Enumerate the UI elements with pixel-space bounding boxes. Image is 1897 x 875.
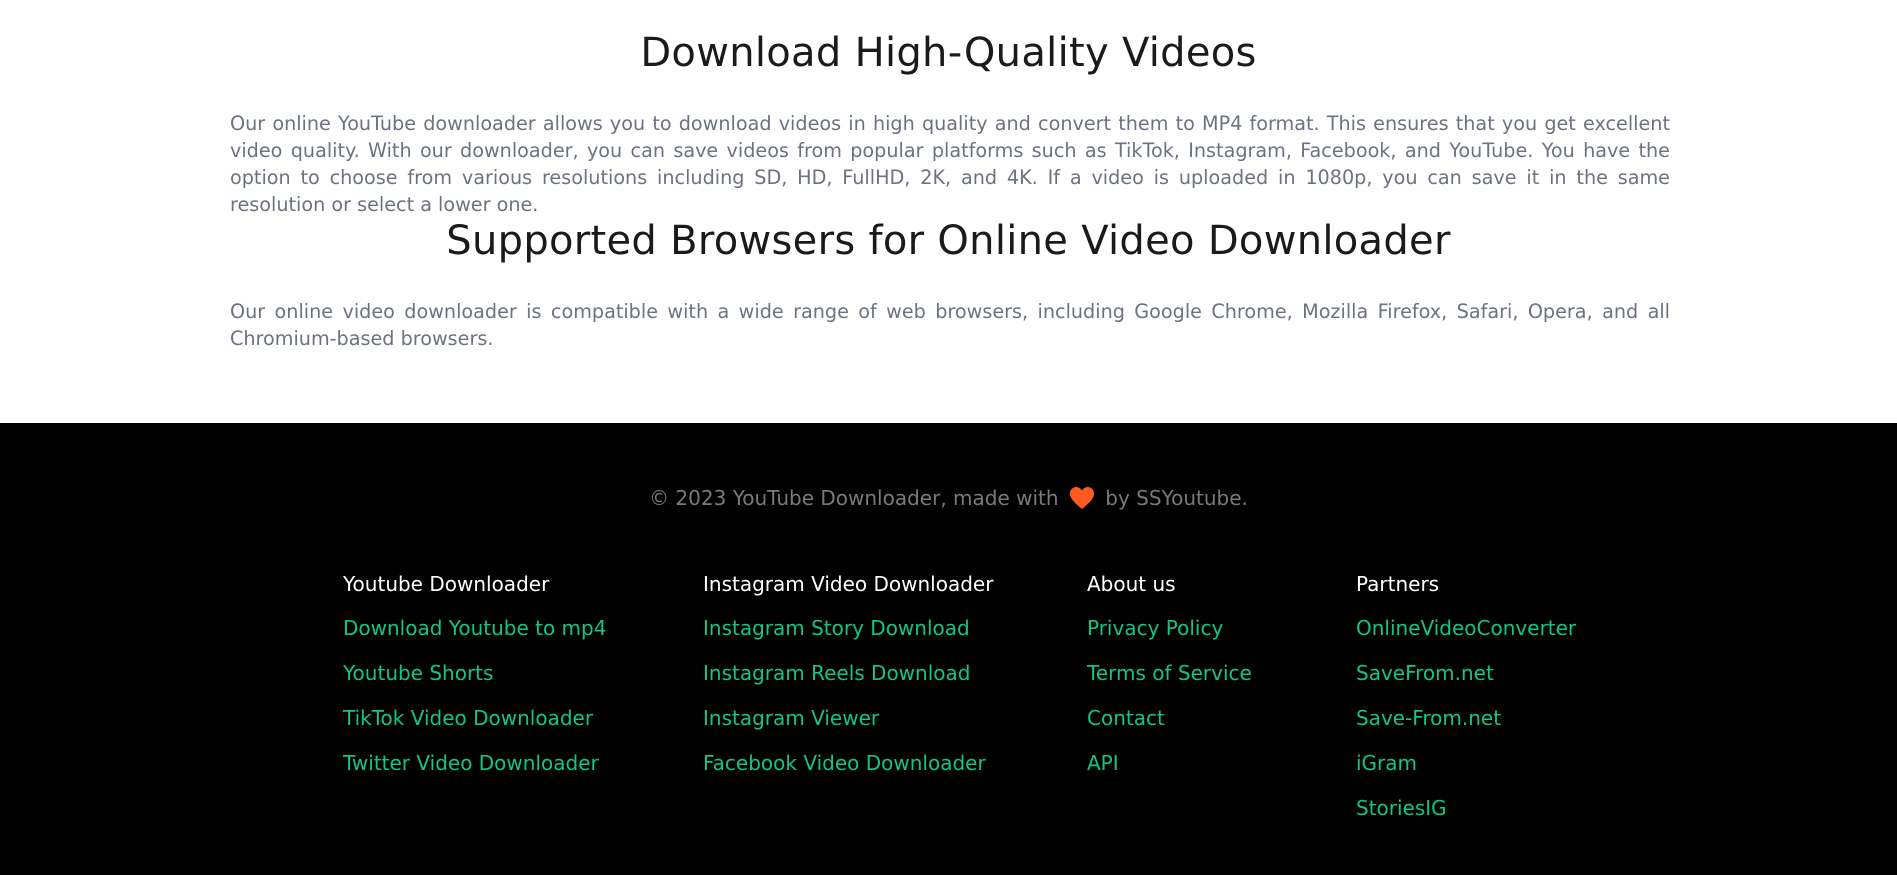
link-facebook-downloader[interactable]: Facebook Video Downloader bbox=[703, 750, 986, 776]
list-item: Twitter Video Downloader bbox=[343, 750, 606, 795]
link-api[interactable]: API bbox=[1087, 750, 1119, 776]
list-item: StoriesIG bbox=[1356, 795, 1576, 840]
footer-column-partners: Partners OnlineVideoConverter SaveFrom.n… bbox=[1356, 571, 1576, 840]
footer-link-list: Privacy Policy Terms of Service Contact … bbox=[1087, 615, 1252, 795]
footer-heading-partners: Partners bbox=[1356, 572, 1440, 596]
section-title-high-quality: Download High-Quality Videos bbox=[640, 30, 1257, 76]
link-instagram-reels[interactable]: Instagram Reels Download bbox=[703, 660, 970, 686]
footer-heading-instagram-downloader: Instagram Video Downloader bbox=[703, 572, 994, 596]
copyright-line: © 2023 YouTube Downloader, made with by … bbox=[0, 484, 1897, 512]
section-text-high-quality: Our online YouTube downloader allows you… bbox=[230, 112, 1670, 216]
list-item: API bbox=[1087, 750, 1252, 795]
footer-column-instagram: Instagram Video Downloader Instagram Sto… bbox=[703, 571, 993, 795]
link-privacy-policy[interactable]: Privacy Policy bbox=[1087, 615, 1223, 641]
footer-heading-about-us: About us bbox=[1087, 572, 1176, 596]
link-onlinevideoconverter[interactable]: OnlineVideoConverter bbox=[1356, 615, 1576, 641]
main-content: Download High-Quality Videos Our online … bbox=[0, 0, 1897, 423]
list-item: TikTok Video Downloader bbox=[343, 705, 606, 750]
list-item: Privacy Policy bbox=[1087, 615, 1252, 660]
list-item: SaveFrom.net bbox=[1356, 660, 1576, 705]
link-contact[interactable]: Contact bbox=[1087, 705, 1165, 731]
copyright-suffix: by SSYoutube. bbox=[1105, 486, 1248, 510]
link-save-from[interactable]: Save-From.net bbox=[1356, 705, 1501, 731]
list-item: Terms of Service bbox=[1087, 660, 1252, 705]
link-savefrom[interactable]: SaveFrom.net bbox=[1356, 660, 1494, 686]
site-footer: © 2023 YouTube Downloader, made with by … bbox=[0, 423, 1897, 875]
copyright-prefix: © 2023 YouTube Downloader, made with bbox=[649, 486, 1059, 510]
list-item: Instagram Viewer bbox=[703, 705, 993, 750]
footer-link-list: Download Youtube to mp4 Youtube Shorts T… bbox=[343, 615, 606, 795]
list-item: Youtube Shorts bbox=[343, 660, 606, 705]
list-item: Facebook Video Downloader bbox=[703, 750, 993, 795]
footer-column-youtube: Youtube Downloader Download Youtube to m… bbox=[343, 571, 606, 795]
heart-icon bbox=[1069, 486, 1095, 510]
list-item: Instagram Reels Download bbox=[703, 660, 993, 705]
footer-column-about: About us Privacy Policy Terms of Service… bbox=[1087, 571, 1252, 795]
list-item: Instagram Story Download bbox=[703, 615, 993, 660]
list-item: Download Youtube to mp4 bbox=[343, 615, 606, 660]
section-title-supported-browsers: Supported Browsers for Online Video Down… bbox=[446, 218, 1451, 264]
link-terms-of-service[interactable]: Terms of Service bbox=[1087, 660, 1252, 686]
link-instagram-viewer[interactable]: Instagram Viewer bbox=[703, 705, 879, 731]
list-item: Contact bbox=[1087, 705, 1252, 750]
footer-link-list: OnlineVideoConverter SaveFrom.net Save-F… bbox=[1356, 615, 1576, 840]
link-youtube-shorts[interactable]: Youtube Shorts bbox=[343, 660, 493, 686]
link-igram[interactable]: iGram bbox=[1356, 750, 1417, 776]
link-twitter-downloader[interactable]: Twitter Video Downloader bbox=[343, 750, 599, 776]
link-instagram-story[interactable]: Instagram Story Download bbox=[703, 615, 970, 641]
list-item: Save-From.net bbox=[1356, 705, 1576, 750]
link-storiesig[interactable]: StoriesIG bbox=[1356, 795, 1447, 821]
section-text-supported-browsers: Our online video downloader is compatibl… bbox=[230, 300, 1670, 350]
link-tiktok-downloader[interactable]: TikTok Video Downloader bbox=[343, 705, 593, 731]
footer-heading-youtube-downloader: Youtube Downloader bbox=[343, 572, 550, 596]
list-item: OnlineVideoConverter bbox=[1356, 615, 1576, 660]
footer-link-list: Instagram Story Download Instagram Reels… bbox=[703, 615, 993, 795]
list-item: iGram bbox=[1356, 750, 1576, 795]
link-download-youtube-mp4[interactable]: Download Youtube to mp4 bbox=[343, 615, 606, 641]
